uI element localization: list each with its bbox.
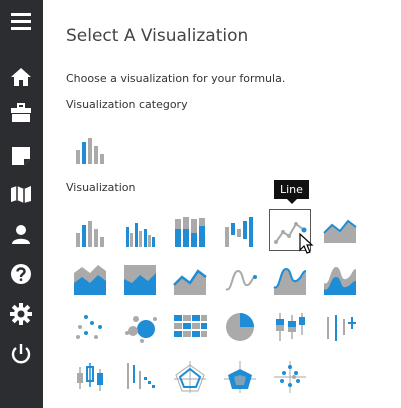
polar-scatter-tile[interactable] — [269, 356, 311, 398]
ohlc-chart-icon — [127, 363, 155, 389]
bar-tile[interactable] — [69, 210, 111, 252]
radar-tile[interactable] — [169, 356, 211, 398]
power-icon[interactable] — [8, 341, 34, 367]
stacked-bar-tile[interactable] — [169, 210, 211, 252]
stacked-bar-chart-icon — [175, 217, 205, 247]
percent-area-chart-icon — [124, 265, 156, 295]
spline-area-chart-icon — [173, 269, 207, 295]
grouped-bar-chart-icon — [126, 223, 155, 247]
briefcase-icon[interactable] — [8, 100, 34, 126]
category-bar-chart-tile[interactable] — [69, 127, 111, 169]
scatter-tile[interactable] — [69, 306, 111, 348]
pie-tile[interactable] — [219, 306, 261, 348]
note-icon[interactable] — [8, 143, 34, 169]
stepped-area-tile[interactable] — [169, 258, 211, 300]
bubble-chart-icon — [125, 316, 157, 343]
filled-radar-chart-icon — [224, 361, 256, 393]
filled-radar-tile[interactable] — [219, 356, 261, 398]
heatmap-tile[interactable] — [169, 306, 211, 348]
mouse-pointer-icon — [299, 233, 314, 254]
area-tile[interactable] — [319, 210, 361, 252]
stacked-area-chart-icon — [74, 265, 106, 295]
area-chart-icon — [323, 219, 357, 243]
scatter-chart-icon — [76, 315, 102, 339]
sidebar — [0, 0, 43, 408]
candlestick-tile[interactable] — [69, 356, 111, 398]
settings-icon[interactable] — [8, 301, 34, 327]
stacked-spline-area-tile[interactable] — [319, 258, 361, 300]
radar-chart-icon — [174, 361, 206, 393]
range-chart-icon — [327, 315, 356, 341]
pie-chart-icon — [226, 313, 254, 341]
page-title: Select A Visualization — [66, 26, 249, 46]
spline-chart-icon — [225, 269, 257, 291]
spline-area-tile[interactable] — [269, 258, 311, 300]
stacked-area-tile[interactable] — [69, 258, 111, 300]
stacked-spline-area-chart-icon — [324, 267, 356, 295]
grouped-bar-tile[interactable] — [119, 210, 161, 252]
category-label: Visualization category — [66, 98, 188, 111]
user-icon[interactable] — [8, 221, 34, 247]
spline-area-chart-icon — [273, 267, 307, 295]
candlestick-chart-icon — [77, 363, 103, 391]
visualization-tooltip: Line — [274, 180, 309, 204]
bubble-tile[interactable] — [119, 306, 161, 348]
map-icon[interactable] — [8, 181, 34, 207]
main-panel: Select A Visualization Choose a visualiz… — [43, 0, 401, 408]
ohlc-tile[interactable] — [119, 356, 161, 398]
box-plot-tile[interactable] — [269, 306, 311, 348]
range-tile[interactable] — [319, 306, 361, 348]
menu-icon[interactable] — [8, 8, 34, 34]
percent-area-tile[interactable] — [119, 258, 161, 300]
bar-chart-icon — [76, 138, 104, 164]
home-icon[interactable] — [8, 64, 34, 90]
heatmap-icon — [174, 315, 207, 337]
waterfall-tile[interactable] — [219, 210, 261, 252]
description-text: Choose a visualization for your formula. — [66, 72, 286, 85]
visualization-label: Visualization — [66, 181, 136, 194]
polar-scatter-chart-icon — [274, 361, 306, 393]
waterfall-chart-icon — [225, 217, 253, 247]
help-icon[interactable] — [8, 261, 34, 287]
spline-tile[interactable] — [219, 258, 261, 300]
bar-chart-icon — [76, 221, 104, 247]
box-plot-icon — [276, 313, 305, 341]
